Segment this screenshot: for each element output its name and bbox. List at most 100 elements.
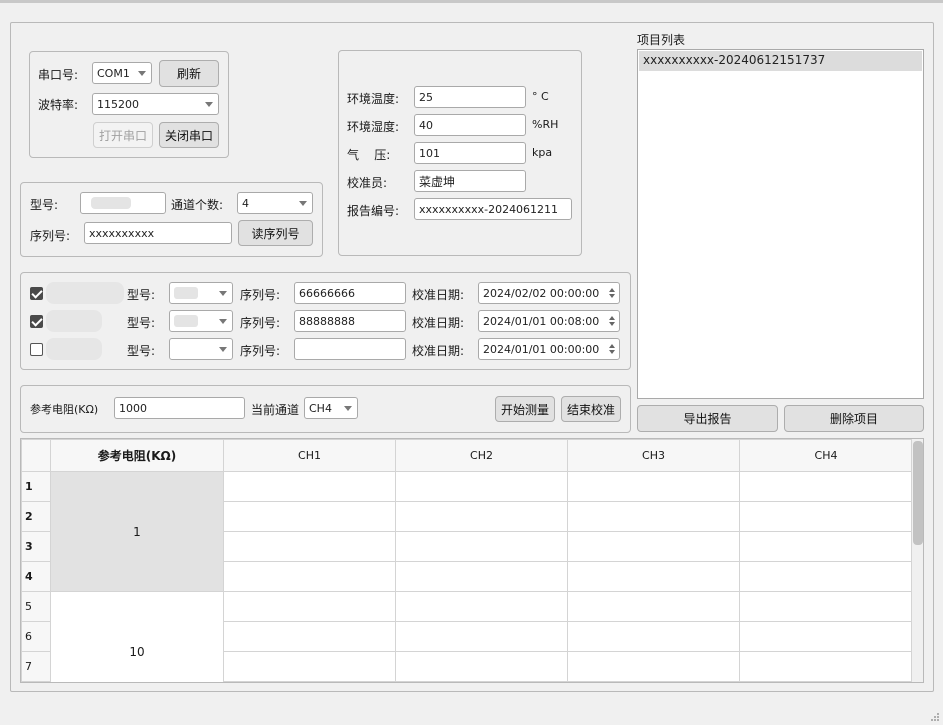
- table-cell[interactable]: [739, 501, 913, 532]
- table-cell[interactable]: [567, 501, 740, 532]
- date-value: 2024/01/01 00:08:00: [483, 314, 600, 328]
- spin-up-icon[interactable]: [609, 316, 615, 320]
- instrument-checkbox-3[interactable]: [30, 343, 43, 356]
- report-field[interactable]: xxxxxxxxxx-2024061211: [414, 198, 572, 220]
- table-cell[interactable]: [223, 531, 396, 562]
- table-cell[interactable]: [739, 591, 913, 622]
- device-serial-field[interactable]: xxxxxxxxxx: [84, 222, 232, 244]
- table-cell[interactable]: [739, 531, 913, 562]
- column-header-ch2[interactable]: CH2: [395, 439, 568, 472]
- row-header-5[interactable]: 5: [21, 591, 51, 622]
- row-header-7[interactable]: 7: [21, 651, 51, 682]
- instrument-date-field-3[interactable]: 2024/01/01 00:00:00: [478, 338, 620, 360]
- close-port-button[interactable]: 关闭串口: [159, 122, 219, 148]
- calibrator-label: 校准员:: [347, 176, 388, 190]
- spin-down-icon[interactable]: [609, 294, 615, 298]
- device-model-field[interactable]: [80, 192, 166, 214]
- table-cell[interactable]: [739, 651, 913, 682]
- table-cell[interactable]: [395, 621, 568, 652]
- spin-up-icon[interactable]: [609, 288, 615, 292]
- resize-grip-icon[interactable]: [930, 711, 940, 721]
- pressure-field[interactable]: 101: [414, 142, 526, 164]
- scrollbar-thumb[interactable]: [913, 441, 923, 545]
- table-cell[interactable]: [395, 591, 568, 622]
- table-cell[interactable]: [739, 561, 913, 592]
- channels-select[interactable]: 4: [237, 192, 313, 214]
- delete-project-button[interactable]: 删除项目: [784, 405, 924, 432]
- instrument-serial-field-3[interactable]: [294, 338, 406, 360]
- results-table: 参考电阻(KΩ) CH1 CH2 CH3 CH4 1 1 2 3 4 5 10: [21, 439, 913, 682]
- row-header-8[interactable]: [21, 681, 51, 682]
- row-header-4[interactable]: 4: [21, 561, 51, 592]
- table-cell[interactable]: [223, 591, 396, 622]
- baud-select[interactable]: 115200: [92, 93, 219, 115]
- column-header-ref[interactable]: 参考电阻(KΩ): [50, 439, 224, 472]
- instrument-date-label: 校准日期:: [412, 344, 465, 358]
- spin-down-icon[interactable]: [609, 350, 615, 354]
- calibrator-field[interactable]: 菜虚坤: [414, 170, 526, 192]
- table-cell[interactable]: [567, 531, 740, 562]
- table-cell[interactable]: [223, 621, 396, 652]
- temp-field[interactable]: 25: [414, 86, 526, 108]
- column-header-ch1[interactable]: CH1: [223, 439, 396, 472]
- port-select[interactable]: COM1: [92, 62, 152, 84]
- instrument-serial-label: 序列号:: [240, 344, 281, 358]
- row-header-1[interactable]: 1: [21, 471, 51, 502]
- export-report-button[interactable]: 导出报告: [637, 405, 778, 432]
- spin-up-icon[interactable]: [609, 344, 615, 348]
- channels-label: 通道个数:: [171, 198, 224, 212]
- instrument-serial-field-2[interactable]: 88888888: [294, 310, 406, 332]
- current-channel-select[interactable]: CH4: [304, 397, 358, 419]
- instrument-serial-field-1[interactable]: 66666666: [294, 282, 406, 304]
- spin-down-icon[interactable]: [609, 322, 615, 326]
- row-header-6[interactable]: 6: [21, 621, 51, 652]
- read-serial-button[interactable]: 读序列号: [238, 220, 313, 246]
- table-cell[interactable]: [395, 561, 568, 592]
- table-cell[interactable]: [395, 501, 568, 532]
- table-cell[interactable]: [223, 501, 396, 532]
- table-scrollbar[interactable]: [911, 439, 923, 682]
- table-cell[interactable]: [223, 561, 396, 592]
- ref-group-cell-2[interactable]: 10: [50, 591, 224, 682]
- port-label: 串口号:: [38, 68, 79, 82]
- table-cell[interactable]: [395, 681, 568, 682]
- table-cell[interactable]: [567, 591, 740, 622]
- table-cell[interactable]: [567, 561, 740, 592]
- column-header-ch3[interactable]: CH3: [567, 439, 740, 472]
- project-list-item[interactable]: xxxxxxxxxx-20240612151737: [639, 51, 922, 71]
- table-cell[interactable]: [567, 651, 740, 682]
- ref-resistance-field[interactable]: 1000: [114, 397, 245, 419]
- table-cell[interactable]: [223, 471, 396, 502]
- refresh-button[interactable]: 刷新: [159, 60, 219, 87]
- humidity-unit: %RH: [532, 118, 559, 131]
- chevron-down-icon: [299, 201, 307, 206]
- table-cell[interactable]: [395, 531, 568, 562]
- row-header-2[interactable]: 2: [21, 501, 51, 532]
- table-cell[interactable]: [739, 621, 913, 652]
- column-header-ch4[interactable]: CH4: [739, 439, 913, 472]
- instrument-checkbox-2[interactable]: [30, 315, 43, 328]
- instrument-date-field-2[interactable]: 2024/01/01 00:08:00: [478, 310, 620, 332]
- table-cell[interactable]: [567, 621, 740, 652]
- row-header-3[interactable]: 3: [21, 531, 51, 562]
- table-cell[interactable]: [739, 471, 913, 502]
- instrument-model-select-1[interactable]: [169, 282, 233, 304]
- open-port-button[interactable]: 打开串口: [93, 122, 153, 148]
- pressure-label: 气 压:: [347, 148, 391, 162]
- instrument-model-select-2[interactable]: [169, 310, 233, 332]
- project-list[interactable]: xxxxxxxxxx-20240612151737: [637, 49, 924, 399]
- end-calibration-button[interactable]: 结束校准: [561, 396, 621, 422]
- instrument-model-select-3[interactable]: [169, 338, 233, 360]
- table-cell[interactable]: [395, 651, 568, 682]
- table-cell[interactable]: [739, 681, 913, 682]
- instrument-checkbox-1[interactable]: [30, 287, 43, 300]
- humidity-field[interactable]: 40: [414, 114, 526, 136]
- ref-group-cell-1[interactable]: 1: [50, 471, 224, 592]
- start-measure-button[interactable]: 开始测量: [495, 396, 555, 422]
- table-cell[interactable]: [567, 471, 740, 502]
- table-cell[interactable]: [223, 651, 396, 682]
- table-cell[interactable]: [567, 681, 740, 682]
- instrument-date-field-1[interactable]: 2024/02/02 00:00:00: [478, 282, 620, 304]
- table-cell[interactable]: [395, 471, 568, 502]
- table-cell[interactable]: [223, 681, 396, 682]
